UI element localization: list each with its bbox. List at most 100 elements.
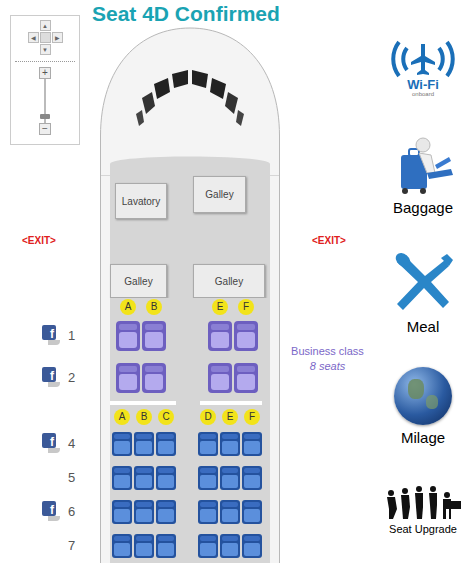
seat-letter: E: [222, 409, 238, 425]
economy-seat[interactable]: [134, 500, 154, 524]
wifi-logo[interactable]: Wi-Fionboard: [385, 38, 461, 97]
service-label: Baggage: [393, 199, 453, 218]
seat-letter: A: [120, 299, 136, 315]
seat-row: f1: [0, 315, 280, 357]
economy-seat[interactable]: [156, 466, 176, 490]
fuselage-segment: [100, 461, 280, 495]
economy-seat[interactable]: [112, 534, 132, 558]
economy-seat[interactable]: [242, 534, 262, 558]
row-number: 6: [68, 502, 76, 522]
pan-pad: ▲◀ ▶▼: [28, 20, 63, 55]
economy-seat[interactable]: [156, 432, 176, 456]
seat-row: 5: [0, 461, 375, 495]
seat-letter: F: [238, 299, 254, 315]
seat-map-page: Seat 4D ConfirmedLavatoryGalley<EXIT><EX…: [0, 0, 471, 563]
wifi-caption: onboard: [412, 91, 434, 97]
cabin-area: Seat 4D ConfirmedLavatoryGalley<EXIT><EX…: [0, 0, 375, 563]
pan-down-button[interactable]: ▼: [40, 44, 51, 55]
economy-seat[interactable]: [112, 432, 132, 456]
facebook-share-icon[interactable]: f: [42, 325, 60, 347]
service-label: Seat Upgrade: [389, 523, 457, 537]
fuselage-segment: [100, 315, 280, 357]
business-seat-count: 8 seats: [310, 359, 345, 374]
business-seat[interactable]: [208, 321, 232, 351]
row-marker: f6: [0, 495, 100, 529]
row-marker: f2: [0, 357, 100, 399]
business-seat[interactable]: [142, 363, 166, 393]
economy-seat[interactable]: [112, 500, 132, 524]
economy-seat[interactable]: [134, 432, 154, 456]
zoom-out-button[interactable]: −: [39, 123, 51, 135]
economy-seat[interactable]: [242, 500, 262, 524]
pan-up-button[interactable]: ▲: [40, 20, 51, 31]
services-menu: Wi-Fionboard Baggage Meal Milage Seat Upgrad…: [375, 0, 471, 563]
business-seat[interactable]: [142, 321, 166, 351]
seat-letter: D: [200, 409, 216, 425]
economy-seat[interactable]: [198, 466, 218, 490]
economy-seat[interactable]: [112, 466, 132, 490]
row-number: 1: [68, 326, 76, 346]
wifi-label: Wi-Fi: [407, 78, 439, 91]
economy-seat[interactable]: [198, 534, 218, 558]
seat-letter: B: [146, 299, 162, 315]
business-seat[interactable]: [234, 363, 258, 393]
economy-seat[interactable]: [156, 500, 176, 524]
facebook-share-icon[interactable]: f: [42, 433, 60, 455]
fuselage-segment: [100, 399, 280, 406]
zoom-control: ▲◀ ▶▼ + −: [10, 15, 80, 145]
seat-letter: C: [158, 409, 174, 425]
fuselage-segment: [100, 357, 280, 399]
zoom-in-button[interactable]: +: [39, 67, 51, 79]
cabin-divider: [110, 401, 176, 405]
business-seat[interactable]: [234, 321, 258, 351]
seat-row: f2: [0, 357, 280, 399]
facebook-share-icon[interactable]: f: [42, 367, 60, 389]
seat-row: f6: [0, 495, 375, 529]
facebook-share-icon[interactable]: f: [42, 501, 60, 523]
economy-seat[interactable]: [242, 466, 262, 490]
economy-seat[interactable]: [220, 432, 240, 456]
galley: Galley: [110, 264, 167, 298]
fuselage-segment: [100, 529, 280, 563]
economy-seat[interactable]: [198, 432, 218, 456]
business-class-label: Business class: [291, 344, 364, 359]
pan-right-button[interactable]: ▶: [52, 32, 63, 43]
service-menu-item[interactable]: Seat Upgrade: [383, 483, 463, 537]
globe-icon: [394, 367, 452, 425]
row-marker: 5: [0, 461, 100, 495]
seat-letter: B: [136, 409, 152, 425]
baggage-icon: [391, 135, 455, 195]
business-seat[interactable]: [116, 363, 140, 393]
row-marker: f1: [0, 315, 100, 357]
economy-seat[interactable]: [242, 432, 262, 456]
fuselage-segment: [100, 427, 280, 461]
economy-seat[interactable]: [134, 534, 154, 558]
row-number: 5: [68, 468, 76, 488]
cabin-divider: [200, 401, 262, 405]
business-seat[interactable]: [116, 321, 140, 351]
seat-letter: E: [212, 299, 228, 315]
evolution-icon: [383, 483, 463, 519]
service-menu-item[interactable]: Milage: [394, 367, 452, 448]
zoom-slider[interactable]: [39, 79, 51, 123]
economy-seat[interactable]: [134, 466, 154, 490]
business-section: f1f2Business class8 seats: [0, 315, 375, 399]
fuselage-segment: GalleyGalley: [100, 254, 280, 298]
service-menu-item[interactable]: Meal: [391, 252, 455, 337]
lavatory: Lavatory: [115, 183, 167, 219]
economy-seat[interactable]: [220, 500, 240, 524]
economy-seat[interactable]: [156, 534, 176, 558]
pan-left-button[interactable]: ◀: [28, 32, 39, 43]
exit-label: <EXIT>: [312, 233, 346, 248]
economy-seat[interactable]: [198, 500, 218, 524]
airplane-nose-icon: [100, 26, 280, 176]
service-menu-item[interactable]: Baggage: [391, 135, 455, 218]
fuselage-segment: AB EF: [100, 298, 280, 315]
economy-seat[interactable]: [220, 534, 240, 558]
row-marker: 7: [0, 529, 100, 563]
fuselage-segment: ABCDEF: [100, 407, 280, 427]
row-number: 4: [68, 434, 76, 454]
seat-row: 7: [0, 529, 375, 563]
economy-seat[interactable]: [220, 466, 240, 490]
business-seat[interactable]: [208, 363, 232, 393]
